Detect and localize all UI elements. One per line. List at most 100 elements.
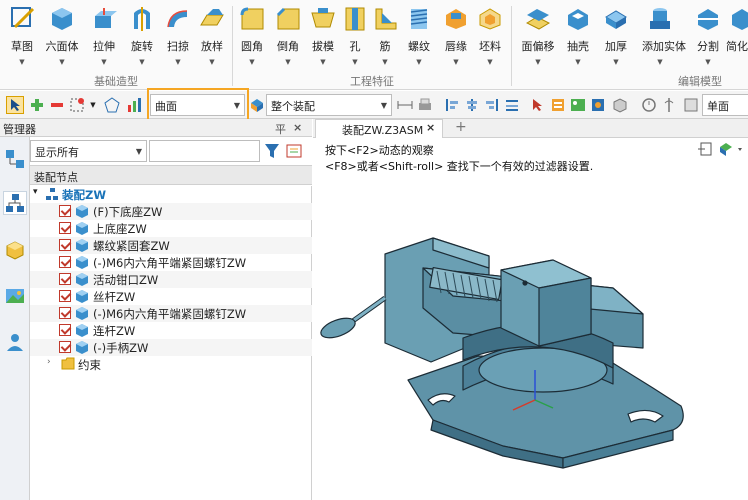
tree-item[interactable]: (-)手柄ZW bbox=[30, 339, 312, 356]
face-offset-button[interactable]: 面偏移 ▼ bbox=[520, 4, 556, 70]
component-icon bbox=[76, 239, 88, 252]
add-solid-button[interactable]: 添加实体 ▼ bbox=[642, 4, 686, 70]
visibility-checkbox[interactable] bbox=[59, 324, 71, 336]
box-select-icon[interactable] bbox=[68, 96, 86, 114]
select-pointer-icon[interactable] bbox=[6, 96, 24, 114]
rotate-axis-icon[interactable] bbox=[660, 96, 678, 114]
visibility-checkbox[interactable] bbox=[59, 205, 71, 217]
component-icon bbox=[76, 222, 88, 235]
chevron-down-icon[interactable]: ▼ bbox=[88, 96, 98, 114]
chamfer-button[interactable]: 倒角 ▼ bbox=[270, 4, 306, 70]
new-tab-button[interactable]: + bbox=[455, 119, 467, 135]
align-left-icon[interactable] bbox=[443, 96, 461, 114]
add-solid-label: 添加实体 bbox=[642, 40, 686, 53]
remove-icon[interactable] bbox=[48, 96, 66, 114]
add-icon[interactable] bbox=[28, 96, 46, 114]
display-filter-select[interactable]: 显示所有 ▼ bbox=[30, 140, 147, 162]
visibility-checkbox[interactable] bbox=[59, 222, 71, 234]
distribute-icon[interactable] bbox=[503, 96, 521, 114]
chevron-down-icon: ▼ bbox=[139, 58, 145, 66]
tree-item[interactable]: (-)M6内六角平端紧固螺钉ZW bbox=[30, 254, 312, 271]
visibility-checkbox[interactable] bbox=[59, 341, 71, 353]
tree-root[interactable]: ▾ 装配ZW bbox=[30, 186, 312, 203]
visibility-checkbox[interactable] bbox=[59, 307, 71, 319]
assembly-node-header: 装配节点 bbox=[30, 165, 312, 185]
image-icon[interactable] bbox=[569, 96, 587, 114]
chevron-down-icon: ▼ bbox=[380, 101, 387, 110]
3d-viewport[interactable]: 按下<F2>动态的观察 <F8>或者<Shift-roll> 查找下一个有效的过… bbox=[313, 138, 748, 500]
constraints-label: 约束 bbox=[78, 358, 101, 372]
visibility-checkbox[interactable] bbox=[59, 239, 71, 251]
funnel-filter-icon[interactable] bbox=[263, 142, 281, 160]
tree-item[interactable]: 上底座ZW bbox=[30, 220, 312, 237]
visibility-checkbox[interactable] bbox=[59, 256, 71, 268]
thicken-label: 加厚 bbox=[605, 40, 627, 53]
list-settings-icon[interactable] bbox=[285, 142, 303, 160]
history-tab-icon[interactable] bbox=[3, 147, 27, 171]
tree-item[interactable]: 丝杆ZW bbox=[30, 288, 312, 305]
extrude-button[interactable]: 拉伸 ▼ bbox=[86, 4, 122, 70]
draft-button[interactable]: 拔模 ▼ bbox=[305, 4, 341, 70]
loft-button[interactable]: 放样 ▼ bbox=[194, 4, 230, 70]
tree-item[interactable]: 连杆ZW bbox=[30, 322, 312, 339]
chevron-down-icon: ▼ bbox=[487, 58, 493, 66]
simplify-button[interactable]: 简化 bbox=[726, 4, 748, 70]
tab-assembly-document[interactable]: 装配ZW.Z3ASM × bbox=[315, 119, 443, 138]
thread-button[interactable]: 螺纹 ▼ bbox=[401, 4, 437, 70]
assembly-node-header-label: 装配节点 bbox=[34, 171, 78, 184]
assembly-tab-icon[interactable] bbox=[3, 191, 27, 215]
rib-button[interactable]: 筋 ▼ bbox=[367, 4, 403, 70]
chevron-right-icon[interactable]: › bbox=[47, 357, 51, 367]
pin-button[interactable]: 平 bbox=[275, 121, 286, 137]
component-label: (-)M6内六角平端紧固螺钉ZW bbox=[93, 256, 247, 270]
tree-item[interactable]: (F)下底座ZW bbox=[30, 203, 312, 220]
display-mode-icon[interactable] bbox=[682, 96, 700, 114]
add-solid-icon bbox=[646, 4, 674, 32]
visibility-checkbox[interactable] bbox=[59, 290, 71, 302]
assembly-scope-select[interactable]: 整个装配 ▼ bbox=[266, 94, 392, 116]
fillet-button[interactable]: 圆角 ▼ bbox=[234, 4, 270, 70]
search-input[interactable] bbox=[149, 140, 260, 162]
tree-constraints[interactable]: › 约束 bbox=[30, 356, 312, 373]
close-manager-button[interactable]: × bbox=[293, 121, 302, 134]
layers-icon[interactable] bbox=[549, 96, 567, 114]
visibility-checkbox[interactable] bbox=[59, 273, 71, 285]
close-tab-button[interactable]: × bbox=[426, 121, 435, 134]
thicken-button[interactable]: 加厚 ▼ bbox=[598, 4, 634, 70]
user-tab-icon[interactable] bbox=[3, 330, 27, 354]
timer-icon[interactable] bbox=[640, 96, 658, 114]
chevron-down-icon: ▼ bbox=[285, 58, 291, 66]
align-center-icon[interactable] bbox=[463, 96, 481, 114]
expand-arrow-icon[interactable]: ▾ bbox=[33, 187, 38, 197]
stock-button[interactable]: 坯料 ▼ bbox=[472, 4, 508, 70]
chevron-down-icon: ▼ bbox=[320, 58, 326, 66]
loft-icon bbox=[198, 4, 226, 32]
polygon-select-icon[interactable] bbox=[103, 96, 121, 114]
align-right-icon[interactable] bbox=[483, 96, 501, 114]
print-icon[interactable] bbox=[416, 96, 434, 114]
bar-filter-icon[interactable] bbox=[126, 96, 144, 114]
tree-item[interactable]: 活动钳口ZW bbox=[30, 271, 312, 288]
shell-button[interactable]: 抽壳 ▼ bbox=[560, 4, 596, 70]
view-mode-select[interactable]: 单面 bbox=[702, 94, 748, 116]
shell-label: 抽壳 bbox=[567, 40, 589, 53]
view-cube-icon[interactable] bbox=[611, 96, 629, 114]
measure-icon[interactable] bbox=[396, 96, 414, 114]
lip-button[interactable]: 唇缘 ▼ bbox=[438, 4, 474, 70]
split-button[interactable]: 分割 ▼ bbox=[690, 4, 726, 70]
sweep-button[interactable]: 扫掠 ▼ bbox=[160, 4, 196, 70]
part-tab-icon[interactable] bbox=[3, 238, 27, 262]
tree-item[interactable]: 螺纹紧固套ZW bbox=[30, 237, 312, 254]
chamfer-icon bbox=[274, 4, 302, 32]
chevron-down-icon: ▼ bbox=[135, 147, 142, 156]
image-tab-icon[interactable] bbox=[3, 284, 27, 308]
render-icon[interactable] bbox=[589, 96, 607, 114]
revolve-button[interactable]: 旋转 ▼ bbox=[124, 4, 160, 70]
pick-icon[interactable] bbox=[529, 96, 547, 114]
chevron-down-icon: ▼ bbox=[705, 58, 711, 66]
sketch-button[interactable]: 草图 ▼ bbox=[4, 4, 40, 70]
manager-title: 管理器 bbox=[3, 123, 36, 136]
hexahedron-button[interactable]: 六面体 ▼ bbox=[44, 4, 80, 70]
lip-icon bbox=[442, 4, 470, 32]
tree-item[interactable]: (-)M6内六角平端紧固螺钉ZW bbox=[30, 305, 312, 322]
